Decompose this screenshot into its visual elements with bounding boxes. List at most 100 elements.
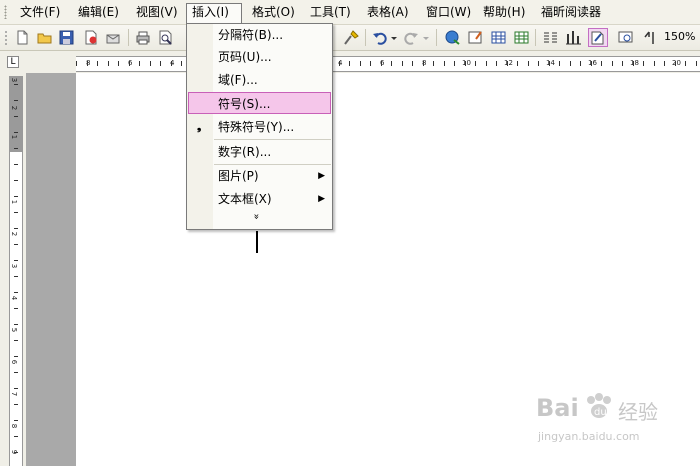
toolbar-separator [436,29,437,46]
ruler-tick [14,356,18,357]
insert-break-item[interactable]: 分隔符(B)... [188,24,331,46]
menu-edit[interactable]: 编辑(E) [73,3,124,21]
ruler-tick [118,61,119,66]
print-icon[interactable] [134,29,151,46]
menu-item-label: 页码(U)... [218,50,272,64]
new-document-icon[interactable] [14,29,31,46]
ruler-tick [14,148,18,149]
ruler-tick [591,61,592,66]
ruler-tick [538,61,539,66]
ruler-tick [14,260,18,261]
toolbar-separator [535,29,536,46]
menu-help[interactable]: 帮助(H) [478,3,530,21]
menu-view[interactable]: 视图(V) [131,3,183,21]
ruler-label: 1 [10,134,19,140]
format-painter-icon[interactable] [343,29,360,46]
insert-symbol-item[interactable]: 符号(S)... [188,92,331,114]
columns-icon[interactable] [542,29,559,46]
open-folder-icon[interactable] [36,29,53,46]
insert-page-number-item[interactable]: 页码(U)... [188,46,331,68]
permission-icon[interactable] [82,29,99,46]
insert-textbox-item[interactable]: 文本框(X) ▶ [188,188,331,210]
ruler-tick [559,61,560,66]
tables-borders-icon[interactable] [467,29,484,46]
ruler-label: 6 [10,359,19,365]
ruler-tick [580,61,581,66]
show-hide-marks-icon[interactable] [641,29,658,46]
hyperlink-icon[interactable] [444,29,461,46]
ruler-tick [654,61,655,66]
ruler-tick [14,196,18,197]
ruler-tick [181,61,182,66]
ruler-tick [496,61,497,66]
insert-excel-icon[interactable] [513,29,530,46]
ruler-label: 4 [10,295,19,301]
paw-logo-icon: du [582,392,616,425]
ruler-label: 8 [10,423,19,429]
zoom-level[interactable]: 150% [664,30,695,43]
toolbar-separator [365,29,366,46]
ruler-tick [14,100,18,101]
undo-icon[interactable] [371,29,388,46]
drawing-icon[interactable] [565,29,582,46]
ruler-tick [643,61,644,66]
menu-table[interactable]: 表格(A) [362,3,414,21]
ruler-tick [14,116,18,117]
ruler-tick [360,61,361,66]
insert-table-icon[interactable] [490,29,507,46]
horizontal-ruler[interactable]: 8 6 4 4 6 8 10 12 14 16 18 20 [76,56,700,72]
insert-field-item[interactable]: 域(F)... [188,69,331,91]
ruler-tick [517,61,518,66]
ruler-tick [685,61,686,66]
document-map-icon[interactable] [588,28,608,47]
redo-icon[interactable] [403,29,420,46]
undo-dropdown-icon[interactable] [390,29,398,46]
ruler-tick [14,180,18,181]
ruler-tick [339,61,340,66]
expand-menu-chevron-icon[interactable]: » [251,213,262,219]
insert-number-item[interactable]: 数字(R)... [188,141,331,163]
reading-mode-icon[interactable] [617,29,634,46]
ruler-tick [139,61,140,66]
menu-foxit-reader[interactable]: 福昕阅读器 [536,3,606,21]
ruler-tick [14,132,18,133]
text-cursor [256,231,258,253]
toolbar-grip [4,29,9,46]
ruler-tick [14,164,18,165]
menu-window[interactable]: 窗口(W) [421,3,476,21]
menu-tools[interactable]: 工具(T) [305,3,356,21]
ruler-label: 18 [630,59,639,67]
vertical-ruler[interactable]: 3 2 1 1 2 3 4 5 6 7 8 9 [9,76,23,466]
ruler-tick [633,61,634,66]
ruler-tick [423,61,424,66]
watermark-url: jingyan.baidu.com [538,430,640,443]
watermark-brand-jingyan: 经验 [618,400,658,424]
tab-selector[interactable]: L [7,56,19,68]
ruler-tick [675,61,676,66]
ruler-tick [381,61,382,66]
ruler-label: 10 [462,59,471,67]
ruler-tick [14,372,18,373]
menu-insert[interactable]: 插入(I) [186,3,242,24]
email-icon[interactable] [104,29,121,46]
menu-format[interactable]: 格式(O) [247,3,300,21]
ruler-tick [370,61,371,66]
ruler-tick [97,61,98,66]
ruler-label: 7 [10,391,19,397]
ruler-tick [171,61,172,66]
insert-picture-item[interactable]: 图片(P) ▶ [188,165,331,187]
insert-special-symbol-item[interactable]: ❟ 特殊符号(Y)... [188,116,331,138]
menu-file[interactable]: 文件(F) [15,3,65,21]
watermark-brand: Bai [536,394,579,422]
ruler-tick [696,61,697,66]
ruler-tick [465,61,466,66]
ruler-tick [475,61,476,66]
redo-dropdown-icon[interactable] [422,29,430,46]
save-icon[interactable] [58,29,75,46]
ruler-label: 20 [672,59,681,67]
ruler-tick [108,61,109,66]
ruler-tick [486,61,487,66]
ruler-tick [14,244,18,245]
print-preview-icon[interactable] [157,29,174,46]
ruler-tick [14,324,18,325]
